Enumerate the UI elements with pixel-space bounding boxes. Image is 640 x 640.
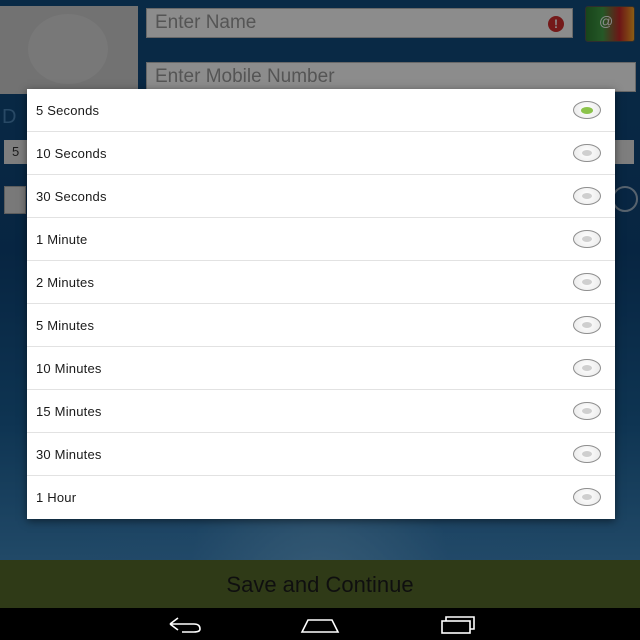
radio-dot-icon xyxy=(581,106,593,114)
list-item[interactable]: 5 Seconds xyxy=(27,89,615,132)
radio-button[interactable] xyxy=(573,445,601,463)
system-nav-bar xyxy=(0,608,640,640)
option-label: 30 Minutes xyxy=(36,447,102,462)
list-item[interactable]: 5 Minutes xyxy=(27,304,615,347)
radio-button[interactable] xyxy=(573,359,601,377)
radio-dot-icon xyxy=(582,408,592,414)
option-label: 10 Minutes xyxy=(36,361,102,376)
radio-button[interactable] xyxy=(573,273,601,291)
interval-picker-dialog: 5 Seconds 10 Seconds 30 Seconds 1 Minute 2 M… xyxy=(27,89,615,519)
radio-button[interactable] xyxy=(573,402,601,420)
radio-button[interactable] xyxy=(573,187,601,205)
list-item[interactable]: 30 Minutes xyxy=(27,433,615,476)
radio-button[interactable] xyxy=(573,316,601,334)
home-icon[interactable] xyxy=(296,612,344,636)
radio-dot-icon xyxy=(582,494,592,500)
radio-dot-icon xyxy=(582,322,592,328)
radio-dot-icon xyxy=(582,193,592,199)
option-label: 5 Seconds xyxy=(36,103,100,118)
radio-button[interactable] xyxy=(573,144,601,162)
option-label: 30 Seconds xyxy=(36,189,107,204)
radio-dot-icon xyxy=(582,451,592,457)
radio-button[interactable] xyxy=(573,488,601,506)
radio-dot-icon xyxy=(582,279,592,285)
list-item[interactable]: 2 Minutes xyxy=(27,261,615,304)
option-label: 1 Minute xyxy=(36,232,88,247)
list-item[interactable]: 1 Hour xyxy=(27,476,615,519)
radio-dot-icon xyxy=(582,150,592,156)
option-label: 1 Hour xyxy=(36,490,77,505)
radio-dot-icon xyxy=(582,236,592,242)
option-label: 10 Seconds xyxy=(36,146,107,161)
list-item[interactable]: 15 Minutes xyxy=(27,390,615,433)
option-label: 2 Minutes xyxy=(36,275,95,290)
back-icon[interactable] xyxy=(160,612,208,636)
list-item[interactable]: 10 Minutes xyxy=(27,347,615,390)
radio-button[interactable] xyxy=(573,230,601,248)
radio-button[interactable] xyxy=(573,101,601,119)
option-label: 5 Minutes xyxy=(36,318,95,333)
option-list: 5 Seconds 10 Seconds 30 Seconds 1 Minute 2 M… xyxy=(27,89,615,519)
list-item[interactable]: 10 Seconds xyxy=(27,132,615,175)
list-item[interactable]: 1 Minute xyxy=(27,218,615,261)
radio-dot-icon xyxy=(582,365,592,371)
list-item[interactable]: 30 Seconds xyxy=(27,175,615,218)
recent-apps-icon[interactable] xyxy=(432,612,480,636)
option-label: 15 Minutes xyxy=(36,404,102,419)
